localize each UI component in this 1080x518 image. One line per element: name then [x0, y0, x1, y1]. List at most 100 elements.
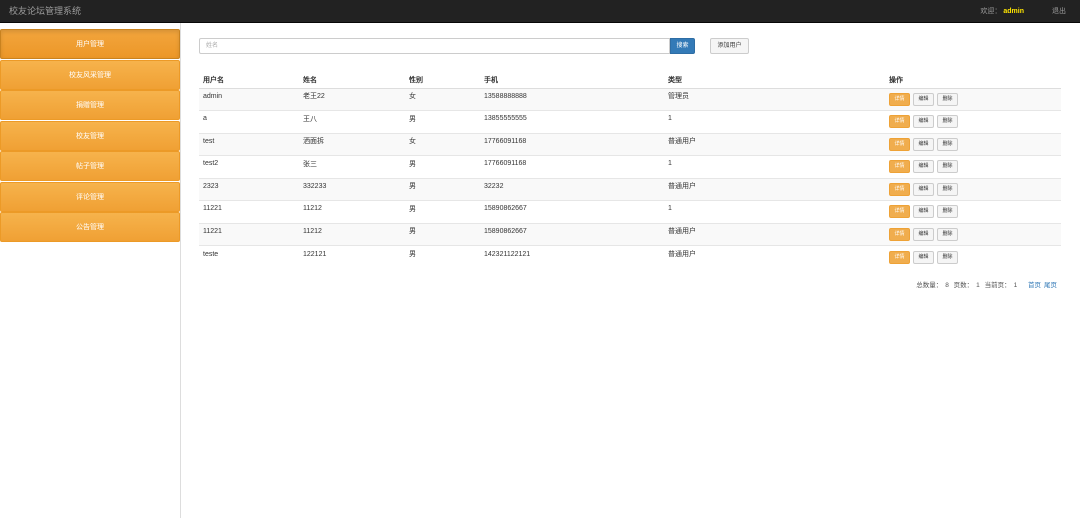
cell-text: 普通用户 [668, 228, 696, 236]
cell-username: 11221 [199, 200, 299, 223]
last-page-link[interactable]: 尾页 [1044, 282, 1057, 289]
delete-button[interactable]: 删除 [937, 137, 958, 151]
cell-gender: 女 [405, 87, 480, 111]
cell-actions: 详情 编辑 删除 [885, 155, 1061, 178]
sidebar-item-donations[interactable]: 捐赠管理 [0, 90, 180, 120]
cell-actions: 详情 编辑 删除 [885, 132, 1061, 156]
search-button[interactable]: 搜索 [670, 38, 695, 54]
edit-button[interactable]: 编辑 [913, 92, 934, 106]
cell-type: 1 [664, 110, 885, 133]
detail-button[interactable]: 详情 [889, 182, 910, 196]
sidebar-item-alumni[interactable]: 校友管理 [0, 120, 180, 151]
sidebar-item-announcements[interactable]: 公告管理 [0, 212, 180, 242]
cell-text: teste [203, 250, 219, 258]
cell-actions: 详情 编辑 删除 [885, 222, 1061, 246]
sidebar-item-user-management[interactable]: 用户管理 [0, 29, 180, 59]
detail-button[interactable]: 详情 [889, 250, 910, 264]
cell-gender: 男 [405, 155, 480, 178]
cell-name: 11212 [299, 222, 405, 246]
row-actions: 详情 编辑 删除 [889, 92, 1057, 106]
edit-button[interactable]: 编辑 [913, 227, 934, 241]
delete-button[interactable]: 删除 [937, 205, 958, 219]
table-row: test2 张三 男 17766091168 1 详情 编辑 删除 [199, 155, 1061, 178]
cell-text: 洒面拆 [303, 138, 324, 146]
sidebar-item-alumni-showcase[interactable]: 校友风采管理 [0, 59, 180, 90]
cell-text: admin [203, 92, 223, 100]
search-input[interactable] [199, 38, 670, 54]
first-page-link[interactable]: 首页 [1028, 282, 1041, 289]
column-header-gender: 性别 [405, 72, 480, 89]
row-actions: 详情 编辑 删除 [889, 182, 1057, 196]
table-row: teste 122121 男 142321122121 普通用户 详情 编辑 删… [199, 245, 1061, 268]
cell-name: 张三 [299, 155, 405, 178]
cell-text: 11212 [303, 205, 322, 213]
edit-button[interactable]: 编辑 [913, 137, 934, 151]
edit-button[interactable]: 编辑 [913, 250, 934, 264]
table-header-row: 用户名 姓名 性别 手机 类型 操作 [199, 72, 1061, 89]
cell-type: 1 [664, 200, 885, 223]
cell-text: 管理员 [668, 93, 689, 101]
cell-text: 男 [409, 228, 416, 236]
cell-gender: 男 [405, 177, 480, 201]
edit-button[interactable]: 编辑 [913, 182, 934, 196]
cell-text: 男 [409, 115, 416, 123]
welcome-text: 欢迎： admin [980, 6, 1024, 16]
cell-text: 32232 [484, 182, 504, 190]
edit-button[interactable]: 编辑 [913, 115, 934, 129]
detail-button[interactable]: 详情 [889, 137, 910, 151]
search-bar: 搜索 添加用户 [199, 38, 1061, 56]
cell-text: 11221 [203, 205, 222, 213]
logout-link[interactable]: 退出 [1052, 6, 1066, 16]
cell-text: 张三 [303, 160, 317, 168]
detail-button[interactable]: 详情 [889, 92, 910, 106]
cell-phone: 17766091168 [480, 132, 664, 156]
delete-button[interactable]: 删除 [937, 160, 958, 174]
current-page: 1 [1013, 282, 1018, 289]
detail-button[interactable]: 详情 [889, 227, 910, 241]
delete-button[interactable]: 删除 [937, 227, 958, 241]
add-user-button[interactable]: 添加用户 [710, 38, 749, 54]
current-page-label: 当前页： [984, 282, 1011, 289]
column-header-type: 类型 [664, 72, 885, 89]
cell-type: 1 [664, 155, 885, 178]
cell-phone: 13855555555 [480, 110, 664, 133]
cell-phone: 13588888888 [480, 87, 664, 111]
cell-username: test2 [199, 155, 299, 178]
edit-button[interactable]: 编辑 [913, 205, 934, 219]
cell-actions: 详情 编辑 删除 [885, 110, 1061, 133]
cell-phone: 32232 [480, 177, 664, 201]
total-label: 总数量： [916, 282, 943, 289]
delete-button[interactable]: 删除 [937, 182, 958, 196]
table-row: 11221 11212 男 15890862667 1 详情 编辑 删除 [199, 200, 1061, 223]
cell-username: 11221 [199, 222, 299, 246]
cell-text: a [203, 115, 207, 123]
row-actions: 详情 编辑 删除 [889, 115, 1057, 129]
cell-text: 1 [668, 115, 672, 123]
column-header-phone: 手机 [480, 72, 664, 89]
sidebar-item-posts[interactable]: 帖子管理 [0, 151, 180, 181]
delete-button[interactable]: 删除 [937, 115, 958, 129]
cell-actions: 详情 编辑 删除 [885, 177, 1061, 201]
delete-button[interactable]: 删除 [937, 250, 958, 264]
sidebar-item-comments[interactable]: 评论管理 [0, 181, 180, 212]
cell-text: 女 [409, 93, 416, 101]
row-actions: 详情 编辑 删除 [889, 205, 1057, 219]
detail-button[interactable]: 详情 [889, 160, 910, 174]
cell-gender: 女 [405, 132, 480, 156]
edit-button[interactable]: 编辑 [913, 160, 934, 174]
cell-text: 122121 [303, 250, 327, 258]
detail-button[interactable]: 详情 [889, 205, 910, 219]
table-row: 2323 332233 男 32232 普通用户 详情 编辑 删除 [199, 177, 1061, 201]
cell-text: 11221 [203, 227, 222, 235]
cell-username: admin [199, 87, 299, 111]
detail-button[interactable]: 详情 [889, 115, 910, 129]
delete-button[interactable]: 删除 [937, 92, 958, 106]
cell-actions: 详情 编辑 删除 [885, 87, 1061, 111]
cell-gender: 男 [405, 110, 480, 133]
cell-text: 17766091168 [484, 137, 527, 145]
app-title[interactable]: 校友论坛管理系统 [9, 4, 81, 17]
cell-username: a [199, 110, 299, 133]
column-header-actions: 操作 [885, 72, 1061, 89]
page-count: 1 [976, 282, 980, 289]
sidebar: 用户管理 校友风采管理 捐赠管理 校友管理 帖子管理 评论管理 公告管理 [0, 23, 181, 518]
